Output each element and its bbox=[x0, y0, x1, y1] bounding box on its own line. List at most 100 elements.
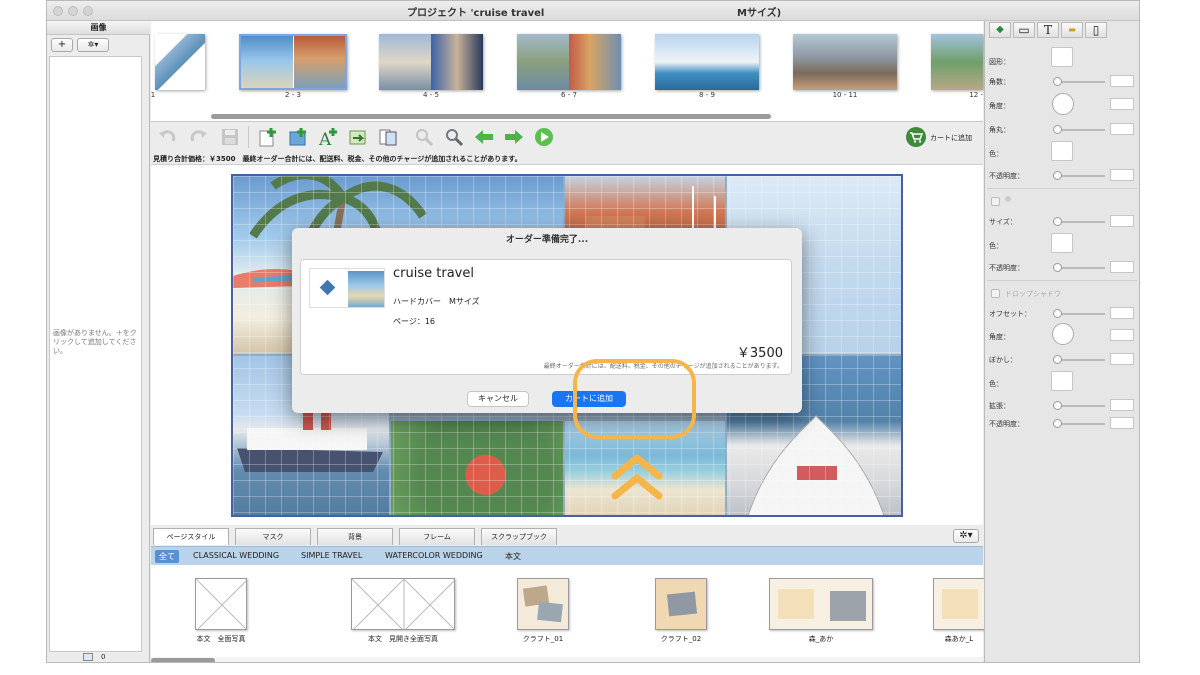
add-to-cart-toolbar-button[interactable]: カートに追加 bbox=[930, 133, 972, 143]
next-page-icon[interactable] bbox=[503, 127, 525, 147]
color-swatch[interactable] bbox=[1051, 141, 1073, 161]
strip-scrollbar[interactable] bbox=[211, 114, 771, 119]
border-color-swatch[interactable] bbox=[1051, 233, 1073, 253]
border-opacity-knob[interactable] bbox=[1053, 263, 1062, 272]
size-field[interactable] bbox=[1110, 215, 1134, 227]
style-tile[interactable] bbox=[769, 578, 873, 630]
book-page-preview bbox=[348, 271, 384, 307]
redo-icon[interactable] bbox=[187, 127, 209, 147]
angle-field[interactable] bbox=[1110, 98, 1134, 110]
style-tile[interactable] bbox=[351, 578, 455, 630]
add-text-icon[interactable]: A bbox=[317, 127, 339, 150]
page-thumb-2-3[interactable] bbox=[239, 34, 347, 90]
tab-mask[interactable]: マスク bbox=[235, 528, 311, 545]
image-panel: 画像 + ✲▾ 画像がありません。＋をクリックして追加してください。 0 bbox=[47, 21, 150, 662]
corners-field[interactable] bbox=[1110, 75, 1134, 87]
blur-knob[interactable] bbox=[1053, 355, 1062, 364]
close-window-button[interactable] bbox=[53, 6, 63, 16]
shadow-angle-dial[interactable] bbox=[1052, 323, 1074, 345]
cancel-button[interactable]: キャンセル bbox=[467, 391, 529, 407]
style-caption: 本文 全面写真 bbox=[196, 635, 246, 643]
tab-background[interactable]: 背景 bbox=[317, 528, 393, 545]
page-thumb-12[interactable] bbox=[931, 34, 983, 90]
shadow-color-label: 色： bbox=[989, 380, 1003, 388]
style-tile[interactable] bbox=[517, 578, 569, 630]
zoom-in-icon[interactable] bbox=[443, 127, 465, 147]
round-knob[interactable] bbox=[1053, 125, 1062, 134]
page-thumb-10-11[interactable] bbox=[793, 34, 897, 90]
spread-field[interactable] bbox=[1110, 399, 1134, 411]
replace-image-icon[interactable] bbox=[347, 127, 369, 147]
shadow-opacity-field[interactable] bbox=[1110, 417, 1134, 429]
page-thumb-6-7[interactable] bbox=[517, 34, 621, 90]
frame-tab-icon[interactable]: ▭ bbox=[1013, 22, 1035, 38]
image-gear-button[interactable]: ✲▾ bbox=[77, 38, 109, 52]
toolbar-divider bbox=[248, 126, 249, 148]
angle-dial[interactable] bbox=[1052, 93, 1074, 115]
dialog-title: オーダー準備完了... bbox=[505, 235, 589, 245]
size-knob[interactable] bbox=[1053, 217, 1062, 226]
border-checkbox[interactable] bbox=[991, 197, 1000, 206]
angle-label: 角度： bbox=[989, 102, 1010, 110]
shadow-color-swatch[interactable] bbox=[1051, 371, 1073, 391]
main-toolbar: A カートに追加 bbox=[151, 122, 983, 152]
filter-all[interactable]: 全て bbox=[155, 550, 179, 563]
style-caption: 本文 見開き全面写真 bbox=[368, 635, 438, 643]
shadow-angle-field[interactable] bbox=[1110, 329, 1134, 341]
shadow-opacity-knob[interactable] bbox=[1053, 419, 1062, 428]
image-count: 0 bbox=[101, 653, 106, 661]
minimize-window-button[interactable] bbox=[68, 6, 78, 16]
style-tile[interactable] bbox=[933, 578, 985, 630]
filter-simple-travel[interactable]: SIMPLE TRAVEL bbox=[301, 551, 362, 560]
category-filter-bar: 全て CLASSICAL WEDDING SIMPLE TRAVEL WATER… bbox=[151, 546, 983, 565]
text-tab-icon[interactable]: T bbox=[1037, 22, 1059, 38]
drop-shadow-label: ドロップシャドウ bbox=[1005, 290, 1061, 298]
spread-label: 拡張： bbox=[989, 402, 1010, 410]
page-label: 10 - 11 bbox=[832, 91, 858, 99]
blur-field[interactable] bbox=[1110, 353, 1134, 365]
color-label: 色： bbox=[989, 150, 1003, 158]
add-page-icon[interactable] bbox=[257, 127, 279, 147]
preview-play-icon[interactable] bbox=[533, 127, 555, 147]
shape-picker[interactable] bbox=[1051, 47, 1073, 67]
border-opacity-field[interactable] bbox=[1110, 261, 1134, 273]
page-tab-icon[interactable]: ▯ bbox=[1085, 22, 1107, 38]
tab-frame[interactable]: フレーム bbox=[399, 528, 475, 545]
page-layout-icon[interactable] bbox=[377, 127, 399, 147]
cover-type: ハードカバー Mサイズ bbox=[393, 297, 480, 306]
tiles-scroll-thumb[interactable] bbox=[151, 658, 215, 662]
round-field[interactable] bbox=[1110, 123, 1134, 135]
opacity-field[interactable] bbox=[1110, 169, 1134, 181]
offset-knob[interactable] bbox=[1053, 309, 1062, 318]
border-opacity-label: 不透明度： bbox=[989, 264, 1024, 272]
page-thumb-8-9[interactable] bbox=[655, 34, 759, 90]
save-icon[interactable] bbox=[219, 127, 241, 147]
opacity-knob[interactable] bbox=[1053, 171, 1062, 180]
zoom-window-button[interactable] bbox=[83, 6, 93, 16]
ruler-tab-icon[interactable]: ▬ bbox=[1061, 22, 1083, 38]
filter-classical-wedding[interactable]: CLASSICAL WEDDING bbox=[193, 551, 279, 560]
style-tile[interactable] bbox=[655, 578, 707, 630]
add-image-button[interactable]: + bbox=[51, 38, 73, 52]
page-thumb-1[interactable] bbox=[155, 34, 205, 90]
drop-shadow-checkbox[interactable] bbox=[991, 289, 1000, 298]
page-thumb-4-5[interactable] bbox=[379, 34, 483, 90]
add-photo-icon[interactable] bbox=[287, 127, 309, 147]
filter-watercolor-wedding[interactable]: WATERCOLOR WEDDING bbox=[385, 551, 483, 560]
style-gear-button[interactable]: ✲▾ bbox=[953, 529, 979, 543]
undo-icon[interactable] bbox=[157, 127, 179, 147]
tiles-scrollbar[interactable] bbox=[151, 657, 983, 662]
offset-label: オフセット： bbox=[989, 310, 1031, 318]
filter-body[interactable]: 本文 bbox=[505, 551, 521, 562]
spread-knob[interactable] bbox=[1053, 401, 1062, 410]
tab-page-style[interactable]: ページスタイル bbox=[153, 528, 229, 545]
zoom-out-icon[interactable] bbox=[413, 127, 435, 147]
corners-knob[interactable] bbox=[1053, 77, 1062, 86]
cart-icon[interactable] bbox=[906, 127, 926, 147]
style-tile[interactable] bbox=[195, 578, 247, 630]
tab-scrapbook[interactable]: スクラップブック bbox=[481, 528, 557, 545]
previous-page-icon[interactable] bbox=[473, 127, 495, 147]
style-tiles: 本文 全面写真 本文 見開き全面写真 クラフト_01 クラフト_02 森_あか bbox=[151, 565, 985, 657]
offset-field[interactable] bbox=[1110, 307, 1134, 319]
shape-tab-icon[interactable]: ◆ bbox=[989, 22, 1011, 38]
